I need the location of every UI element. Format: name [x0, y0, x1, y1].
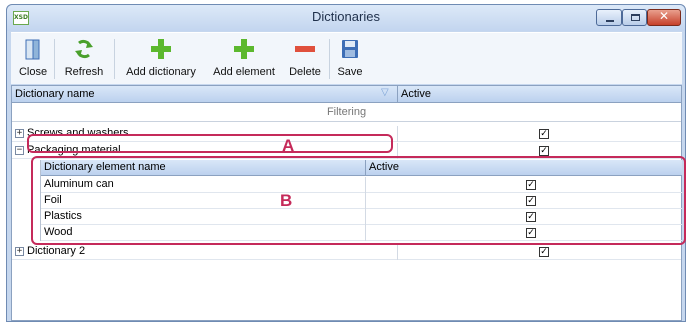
toolbar-separator — [114, 39, 115, 79]
toolbar: Close Refresh Add dictionary Add element… — [11, 32, 682, 84]
window-close-button[interactable]: ✕ — [647, 9, 681, 26]
save-icon — [342, 40, 358, 58]
active-checkbox[interactable]: ✓ — [539, 129, 549, 139]
column-divider[interactable] — [397, 86, 398, 103]
refresh-icon — [75, 39, 93, 59]
add-element-label: Add element — [213, 66, 275, 78]
annotation-b-label: B — [280, 191, 293, 210]
cell-divider — [397, 244, 398, 260]
add-icon — [151, 39, 171, 59]
close-button[interactable]: Close — [17, 35, 49, 83]
delete-icon — [295, 46, 315, 52]
annotation-a-outline — [27, 134, 393, 153]
add-dictionary-label: Add dictionary — [126, 66, 196, 78]
minimize-icon — [606, 20, 614, 22]
close-door-icon — [25, 39, 40, 60]
add-element-button[interactable]: Add element — [207, 35, 281, 83]
annotation-b-outline — [31, 156, 686, 245]
close-icon: ✕ — [658, 9, 670, 23]
delete-button-label: Delete — [289, 66, 321, 78]
column-header-active[interactable]: Active — [401, 88, 431, 100]
filter-icon[interactable]: ▽ — [381, 87, 389, 98]
refresh-button-label: Refresh — [64, 66, 104, 78]
active-checkbox[interactable]: ✓ — [539, 247, 549, 257]
close-button-label: Close — [18, 66, 48, 78]
add-dictionary-button[interactable]: Add dictionary — [119, 35, 203, 83]
filter-row[interactable]: Filtering — [12, 104, 681, 122]
maximize-icon — [631, 14, 640, 21]
table-row[interactable]: + Dictionary 2 ✓ — [12, 244, 681, 260]
maximize-button[interactable] — [622, 9, 647, 26]
toolbar-separator — [54, 39, 55, 79]
save-button[interactable]: Save — [333, 35, 367, 83]
minimize-button[interactable] — [596, 9, 622, 26]
delete-button[interactable]: Delete — [284, 35, 326, 83]
expand-icon[interactable]: + — [15, 247, 24, 256]
add-icon — [234, 39, 254, 59]
window-title: Dictionaries — [312, 9, 380, 24]
active-checkbox[interactable]: ✓ — [539, 146, 549, 156]
cell-divider — [397, 126, 398, 142]
grid-header: Dictionary name ▽ Active — [12, 86, 681, 103]
dictionary-name: Dictionary 2 — [27, 245, 86, 257]
refresh-button[interactable]: Refresh — [59, 35, 109, 83]
toolbar-separator — [329, 39, 330, 79]
annotation-a-label: A — [282, 136, 295, 155]
column-header-dictionary-name[interactable]: Dictionary name — [15, 88, 94, 100]
collapse-icon[interactable]: − — [15, 146, 24, 155]
title-bar: XSD Dictionaries ✕ — [7, 5, 685, 31]
expand-icon[interactable]: + — [15, 129, 24, 138]
save-button-label: Save — [337, 66, 363, 78]
